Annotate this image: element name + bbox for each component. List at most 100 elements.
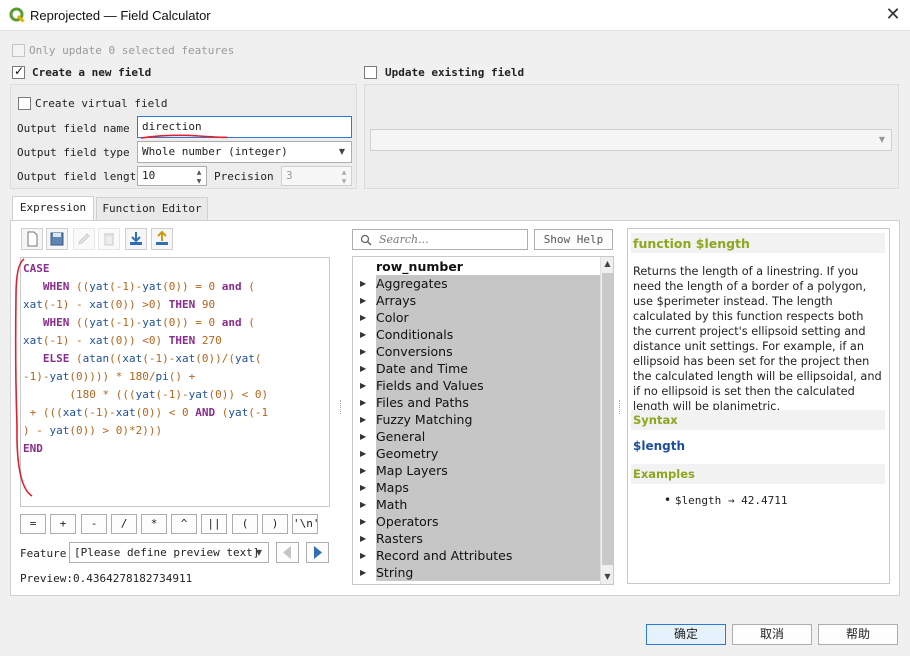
scroll-up-icon[interactable]: ▲ — [601, 257, 613, 271]
output-field-type-select[interactable]: Whole number (integer) ▼ — [137, 141, 352, 163]
expand-arrow-icon[interactable]: ▶ — [360, 309, 366, 326]
expand-arrow-icon[interactable]: ▶ — [360, 428, 366, 445]
expand-arrow-icon[interactable]: ▶ — [360, 547, 366, 564]
function-group-item[interactable]: row_number — [353, 258, 599, 275]
operator-button[interactable]: ) — [262, 514, 288, 534]
splitter-handle[interactable] — [340, 400, 343, 414]
expression-token: yat — [228, 406, 249, 419]
function-group-item[interactable]: ▶ Files and Paths — [353, 394, 600, 411]
scroll-down-icon[interactable]: ▼ — [601, 570, 613, 584]
help-example: • $length → 42.4711 — [664, 493, 788, 507]
tab-function-editor[interactable]: Function Editor — [96, 197, 208, 221]
operator-button[interactable]: || — [201, 514, 227, 534]
only-update-checkbox[interactable] — [12, 44, 25, 57]
expand-arrow-icon[interactable]: ▶ — [360, 360, 366, 377]
title-bar: Reprojected — Field Calculator ✕ — [0, 0, 910, 31]
function-group-item[interactable]: ▶ Date and Time — [353, 360, 600, 377]
feature-select[interactable]: [Please define preview text] ▼ — [69, 542, 269, 563]
function-group-item[interactable]: ▶ Arrays — [353, 292, 600, 309]
splitter-handle[interactable] — [619, 400, 622, 414]
search-input[interactable]: Search... — [352, 229, 528, 250]
function-group-item[interactable]: ▶ Geometry — [353, 445, 600, 462]
function-group-item[interactable]: ▶ String — [353, 564, 600, 581]
function-group-item[interactable]: ▶ Record and Attributes — [353, 547, 600, 564]
operator-button[interactable]: * — [141, 514, 167, 534]
create-field-checkbox[interactable] — [12, 64, 25, 79]
feature-value: [Please define preview text] — [74, 546, 260, 559]
export-icon[interactable] — [151, 228, 173, 250]
expression-token: 90 — [195, 298, 216, 311]
save-icon[interactable] — [46, 228, 68, 250]
expand-arrow-icon[interactable]: ▶ — [360, 462, 366, 479]
update-field-checkbox[interactable] — [364, 66, 377, 79]
expression-editor[interactable]: CASE WHEN ((yat(-1)-yat(0)) = 0 and (xat… — [20, 257, 330, 507]
function-group-item[interactable]: ▶ Color — [353, 309, 600, 326]
window-title: Reprojected — Field Calculator — [30, 8, 211, 23]
operator-button[interactable]: '\n' — [292, 514, 320, 534]
spinner-arrows-icon[interactable]: ▲ ▼ — [338, 168, 350, 185]
function-group-item[interactable]: ▶ Conditionals — [353, 326, 600, 343]
edit-icon[interactable] — [73, 228, 95, 250]
operator-button[interactable]: - — [81, 514, 107, 534]
virtual-field-checkbox[interactable] — [18, 97, 31, 110]
close-icon[interactable]: ✕ — [880, 3, 906, 27]
existing-field-select[interactable]: ▼ — [370, 129, 892, 151]
function-group-item[interactable]: ▶ General — [353, 428, 600, 445]
operator-button[interactable]: ^ — [171, 514, 197, 534]
expand-arrow-icon[interactable]: ▶ — [360, 292, 366, 309]
expression-token: (-1)- — [142, 352, 176, 365]
operator-button[interactable]: = — [20, 514, 46, 534]
expand-arrow-icon[interactable]: ▶ — [360, 411, 366, 428]
expand-arrow-icon[interactable]: ▶ — [360, 377, 366, 394]
expression-token: (( — [109, 352, 123, 365]
ok-button[interactable]: 确定 — [646, 624, 726, 645]
virtual-field-label: Create virtual field — [35, 97, 168, 110]
help-button[interactable]: 帮助 — [818, 624, 898, 645]
expand-arrow-icon[interactable]: ▶ — [360, 275, 366, 292]
expand-arrow-icon[interactable]: ▶ — [360, 530, 366, 547]
expand-arrow-icon[interactable]: ▶ — [360, 326, 366, 343]
function-group-item[interactable]: ▶ Map Layers — [353, 462, 600, 479]
expression-token: yat — [135, 388, 156, 401]
operator-button[interactable]: / — [111, 514, 137, 534]
expression-line: (180 * (((yat(-1)-yat(0)) < 0) — [23, 386, 329, 404]
function-group-item[interactable]: ▶ Maps — [353, 479, 600, 496]
function-group-item[interactable]: ▶ Fields and Values — [353, 377, 600, 394]
tab-expression[interactable]: Expression — [12, 196, 94, 221]
expand-arrow-icon[interactable]: ▶ — [360, 479, 366, 496]
cancel-button[interactable]: 取消 — [732, 624, 812, 645]
function-group-item[interactable]: ▶ Rasters — [353, 530, 600, 547]
import-icon[interactable] — [125, 228, 147, 250]
expression-token: (( — [69, 280, 90, 293]
precision-spinbox[interactable]: 3 ▲ ▼ — [281, 166, 352, 186]
function-group-item[interactable]: ▶ Conversions — [353, 343, 600, 360]
function-group-item[interactable]: ▶ Fuzzy Matching — [353, 411, 600, 428]
expand-arrow-icon[interactable]: ▶ — [360, 564, 366, 581]
next-feature-button[interactable] — [306, 542, 329, 563]
expand-arrow-icon[interactable]: ▶ — [360, 496, 366, 513]
output-field-length-label: Output field length — [17, 170, 143, 183]
delete-icon[interactable] — [98, 228, 120, 250]
function-group-item[interactable]: ▶ Aggregates — [353, 275, 600, 292]
function-group-item[interactable]: ▶ Math — [353, 496, 600, 513]
scrollbar-thumb[interactable] — [602, 273, 613, 565]
function-group-item[interactable]: ▶ Operators — [353, 513, 600, 530]
operator-button[interactable]: ( — [232, 514, 258, 534]
expand-arrow-icon[interactable]: ▶ — [360, 445, 366, 462]
operator-button[interactable]: + — [50, 514, 76, 534]
previous-feature-button[interactable] — [276, 542, 299, 563]
expand-arrow-icon[interactable]: ▶ — [360, 513, 366, 530]
spinner-arrows-icon[interactable]: ▲ ▼ — [193, 168, 205, 185]
function-list: ▲ ▼ row_number ▶ Aggregates ▶ Arrays ▶ Color ▶ C… — [352, 256, 614, 585]
arrow-left-icon — [283, 546, 291, 559]
chevron-down-icon: ▼ — [338, 147, 345, 156]
expression-token: xat — [122, 352, 143, 365]
output-field-length-spinbox[interactable]: 10 ▲ ▼ — [137, 166, 207, 186]
new-file-icon[interactable] — [21, 228, 43, 250]
expand-arrow-icon[interactable]: ▶ — [360, 343, 366, 360]
show-help-button[interactable]: Show Help — [534, 229, 613, 250]
scrollbar[interactable]: ▲ ▼ — [600, 257, 613, 584]
expand-arrow-icon[interactable]: ▶ — [360, 394, 366, 411]
function-group-label: Geometry — [376, 445, 600, 462]
expression-token: (-1) - — [42, 334, 90, 347]
